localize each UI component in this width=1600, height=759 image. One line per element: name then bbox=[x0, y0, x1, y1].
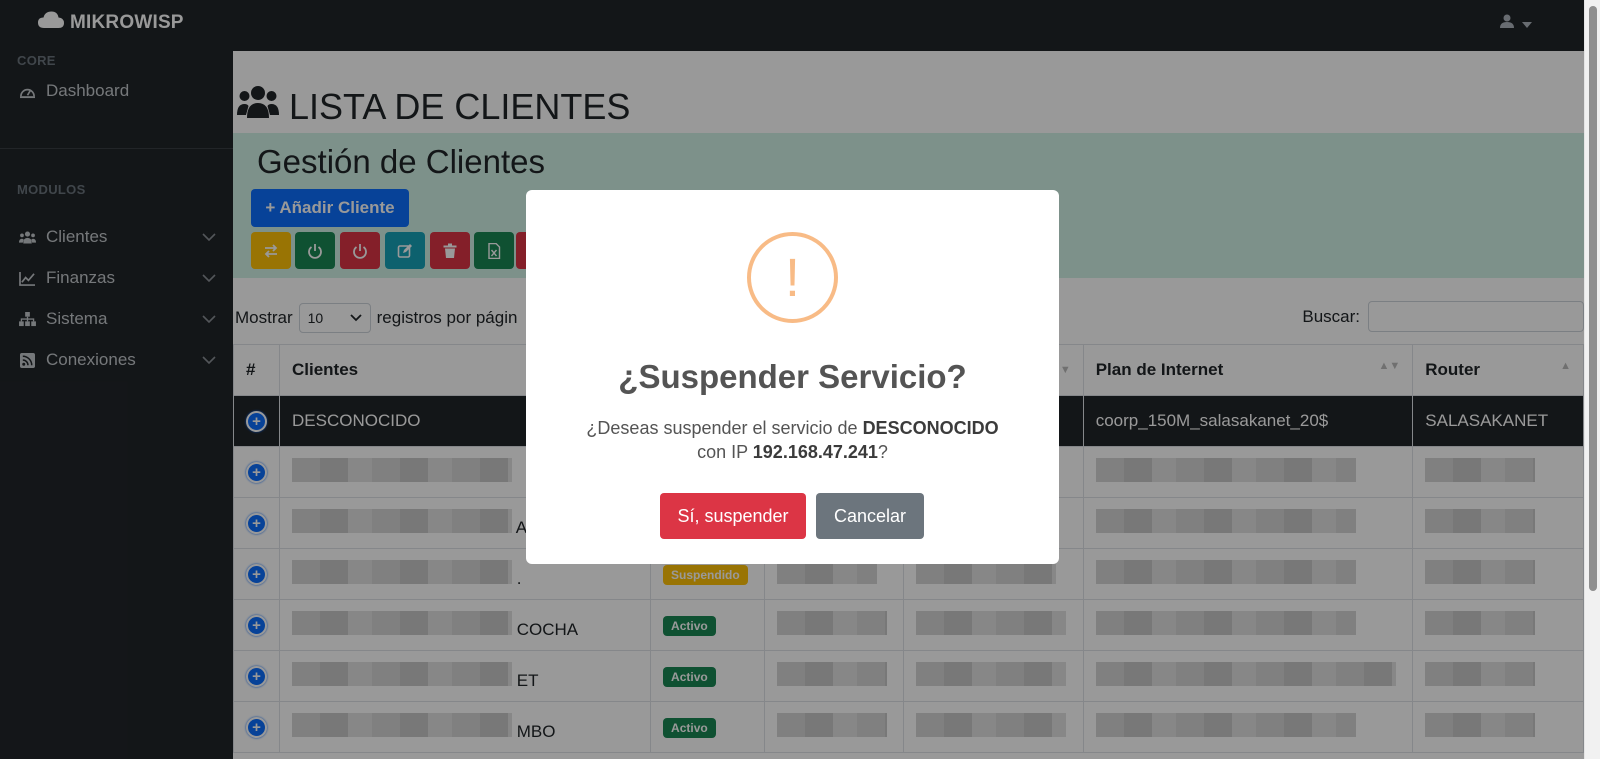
page-scrollbar[interactable] bbox=[1584, 0, 1600, 759]
suspend-dialog: ! ¿Suspender Servicio? ¿Deseas suspender… bbox=[526, 190, 1059, 564]
confirm-suspend-button[interactable]: Sí, suspender bbox=[660, 493, 806, 539]
message-prefix: ¿Deseas suspender el servicio de bbox=[586, 418, 863, 438]
scrollbar-thumb[interactable] bbox=[1589, 6, 1597, 591]
message-client: DESCONOCIDO bbox=[862, 418, 999, 438]
cancel-button[interactable]: Cancelar bbox=[816, 493, 924, 539]
warning-icon: ! bbox=[747, 232, 838, 323]
message-suffix: ? bbox=[877, 442, 888, 462]
message-mid: con IP bbox=[697, 442, 753, 462]
message-ip: 192.168.47.241 bbox=[752, 442, 878, 462]
dialog-title: ¿Suspender Servicio? bbox=[618, 358, 967, 395]
dialog-message: ¿Deseas suspender el servicio de DESCONO… bbox=[556, 416, 1029, 464]
